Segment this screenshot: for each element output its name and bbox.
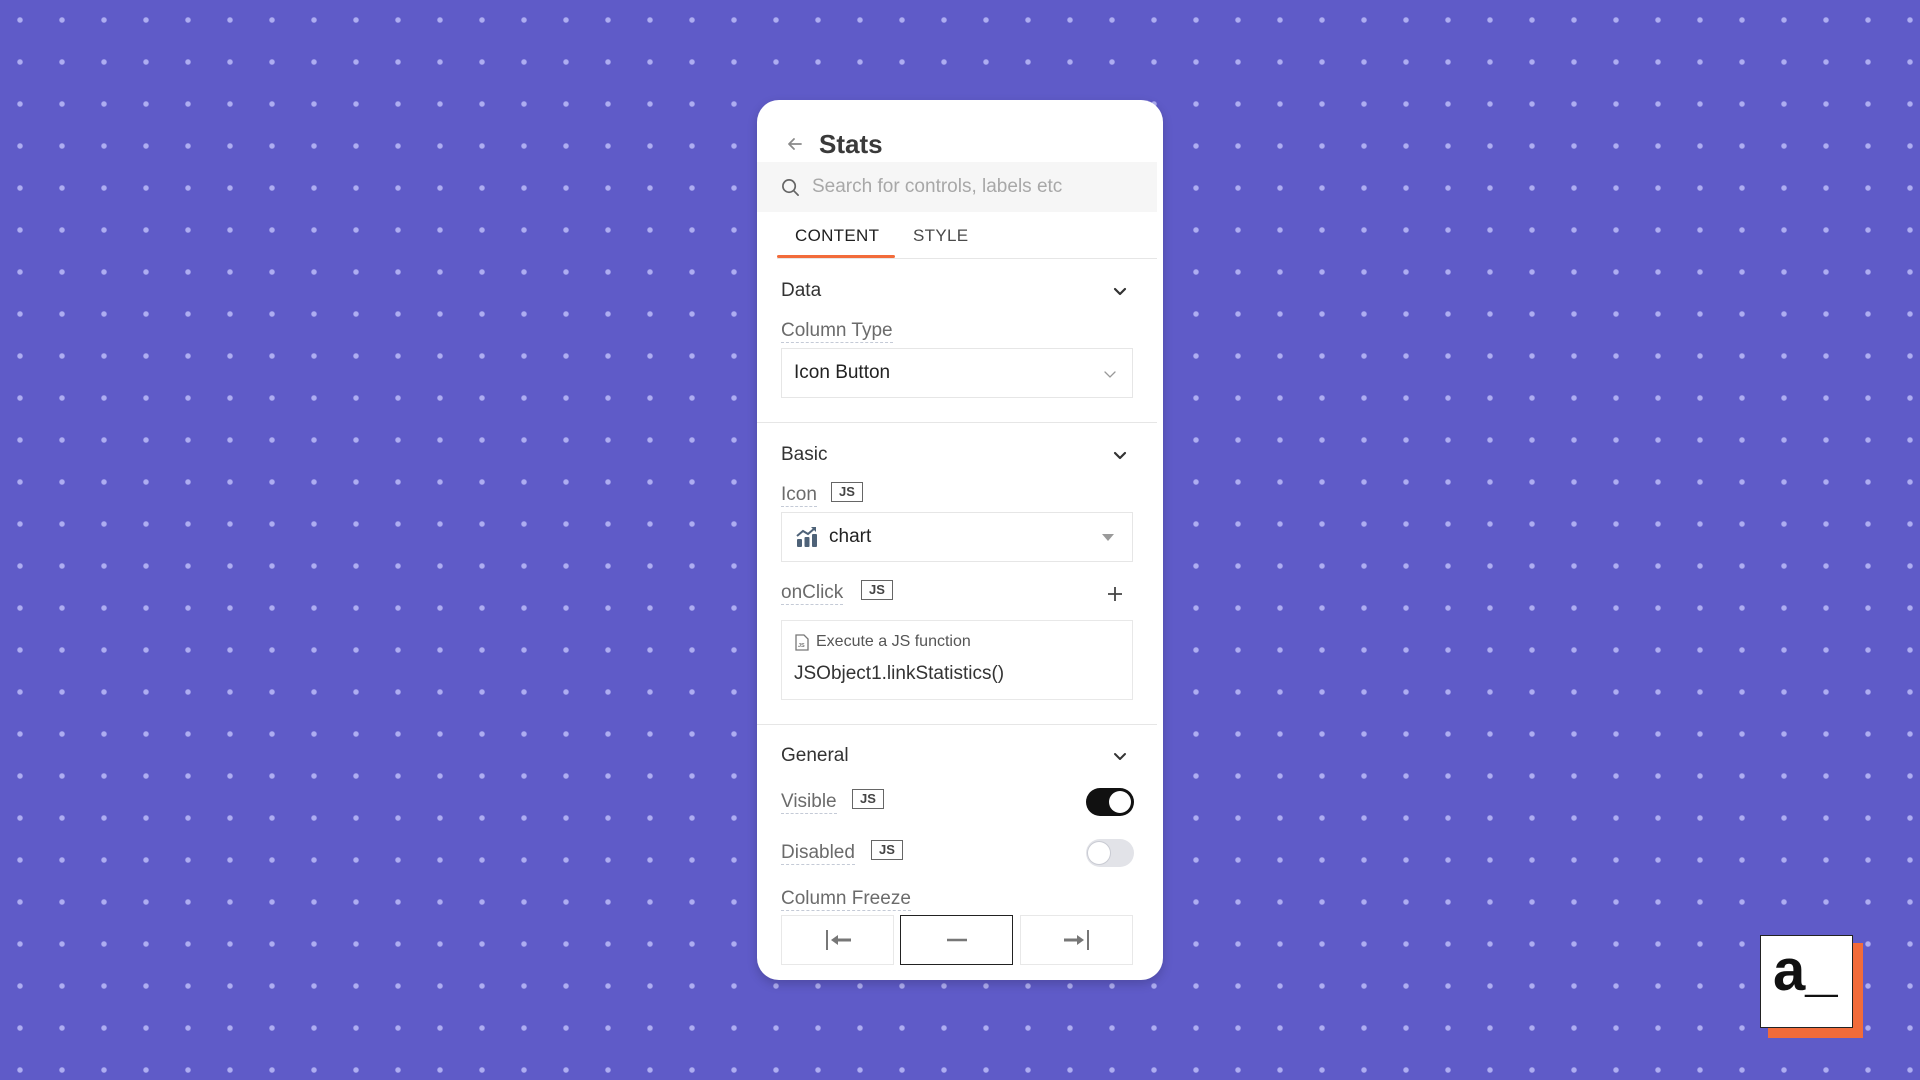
js-file-icon: JS <box>795 633 809 651</box>
action-type: Execute a JS function <box>816 633 971 650</box>
appsmith-logo: a_ <box>1760 935 1863 1038</box>
add-action-icon[interactable] <box>1106 585 1124 603</box>
onclick-action-card[interactable]: JS Execute a JS function JSObject1.linkS… <box>781 620 1133 700</box>
search-icon <box>782 178 799 196</box>
chevron-down-icon[interactable] <box>1111 747 1129 765</box>
property-pane: Stats CONTENT STYLE Data Column Type Ico… <box>757 100 1163 980</box>
toggle-knob <box>1109 791 1131 813</box>
chart-icon <box>796 527 817 547</box>
tab-bar: CONTENT STYLE <box>777 218 1157 259</box>
js-toggle-button[interactable]: JS <box>871 840 903 860</box>
action-value: JSObject1.linkStatistics() <box>794 663 1005 684</box>
column-type-select[interactable]: Icon Button <box>781 348 1133 398</box>
section-divider <box>757 422 1157 423</box>
active-tab-indicator <box>777 255 895 258</box>
js-toggle-button[interactable]: JS <box>861 580 893 600</box>
logo-mark: a_ <box>1760 935 1853 1028</box>
visible-toggle[interactable] <box>1086 788 1134 816</box>
section-divider <box>757 724 1157 725</box>
column-type-value: Icon Button <box>794 362 891 383</box>
section-title-general[interactable]: General <box>781 745 849 767</box>
disabled-toggle[interactable] <box>1086 839 1134 867</box>
tab-style[interactable]: STYLE <box>913 226 968 246</box>
freeze-left-icon <box>825 930 851 950</box>
freeze-none-icon <box>946 938 967 942</box>
icon-label: Icon <box>781 484 817 507</box>
pane-title: Stats <box>819 128 883 159</box>
svg-text:JS: JS <box>798 643 805 649</box>
column-freeze-label: Column Freeze <box>781 888 911 911</box>
icon-select[interactable]: chart <box>781 512 1133 562</box>
section-title-basic[interactable]: Basic <box>781 444 827 466</box>
pane-header: Stats <box>785 126 883 162</box>
js-toggle-button[interactable]: JS <box>852 789 884 809</box>
back-arrow-icon[interactable] <box>785 134 805 154</box>
js-toggle-button[interactable]: JS <box>831 482 863 502</box>
chevron-down-icon[interactable] <box>1111 446 1129 464</box>
tab-content[interactable]: CONTENT <box>795 226 879 246</box>
icon-value: chart <box>829 526 872 547</box>
toggle-knob <box>1088 842 1110 864</box>
section-title-data[interactable]: Data <box>781 280 821 302</box>
chevron-down-icon <box>1104 371 1116 378</box>
visible-label: Visible <box>781 791 837 814</box>
onclick-label: onClick <box>781 582 844 605</box>
disabled-label: Disabled <box>781 842 855 865</box>
caret-down-icon <box>1102 534 1114 541</box>
search-input[interactable] <box>812 176 1132 198</box>
search-bar <box>757 162 1157 212</box>
freeze-right-button[interactable] <box>1020 915 1133 965</box>
column-type-label: Column Type <box>781 320 893 343</box>
chevron-down-icon[interactable] <box>1111 282 1129 300</box>
freeze-none-button[interactable] <box>900 915 1013 965</box>
freeze-left-button[interactable] <box>781 915 894 965</box>
freeze-right-icon <box>1063 930 1089 950</box>
